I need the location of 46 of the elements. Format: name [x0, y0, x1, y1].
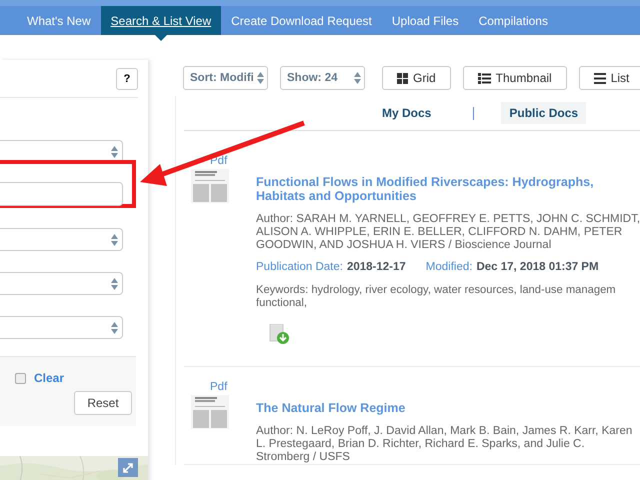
- nav-tab[interactable]: What's New: [17, 6, 101, 35]
- checkbox[interactable]: [14, 372, 26, 384]
- clear-link[interactable]: Clear: [34, 371, 64, 385]
- menu-icon: [594, 72, 606, 84]
- file-type-link[interactable]: Pdf: [210, 381, 228, 393]
- select-field[interactable]: [0, 228, 123, 251]
- updown-icon: [111, 278, 118, 290]
- date-value: 2018-12-17: [346, 261, 406, 273]
- nav-tab[interactable]: Upload Files: [382, 6, 469, 35]
- author-text: Author: N. LeRoy Poff, J. David Allan, Mark B. Bain, James R. Karr, Karen L. Prestegaard, Brian D. Richter, Richard E. Sparks, and Julie C. Stromberg / USFS: [256, 425, 634, 464]
- date-label: Publication Date:: [256, 261, 343, 273]
- tab-pointer: [154, 35, 167, 41]
- input-field[interactable]: [0, 182, 123, 206]
- document-thumbnail[interactable]: [191, 395, 229, 429]
- sort-select[interactable]: Sort: Modifi: [183, 66, 268, 90]
- date-value: Dec 17, 2018 01:37 PM: [476, 261, 599, 273]
- updown-icon: [111, 234, 118, 246]
- nav-tab[interactable]: Create Download Request: [221, 6, 382, 35]
- view-button[interactable]: List: [578, 66, 640, 90]
- help-button[interactable]: ?: [116, 68, 138, 90]
- docs-tab[interactable]: My Docs: [374, 102, 440, 124]
- list-icon: [478, 72, 491, 84]
- view-button[interactable]: Grid: [382, 66, 451, 90]
- expand-button[interactable]: [118, 458, 138, 477]
- updown-icon: [354, 72, 361, 84]
- updown-icon: [111, 146, 118, 158]
- reset-button[interactable]: Reset: [74, 391, 132, 415]
- docs-tab[interactable]: Public Docs: [501, 102, 586, 124]
- view-button[interactable]: Thumbnail: [462, 66, 567, 90]
- document-title-link[interactable]: Functional Flows in Modified Riverscapes: Hydrographs, Habitats and Opportunities: [256, 175, 606, 203]
- document-title-link[interactable]: The Natural Flow Regime: [256, 401, 606, 415]
- keywords-text: Keywords: hydrology, river ecology, water resources, land-use managem: [256, 284, 617, 297]
- nav-tab[interactable]: Compilations: [468, 6, 558, 35]
- date-label: Modified:: [426, 261, 472, 273]
- expand-icon: [122, 462, 134, 474]
- author-text: Author: SARAH M. YARNELL, GEOFFREY E. PETTS, JOHN C. SCHMIDT, ALISON A. WHIPPLE, ERIN E. BELLER, CLIFFORD N. DAHM, PETER GOODWIN, AND JOSHUA H. VIERS / Bioscience Journal: [256, 213, 640, 252]
- select-field[interactable]: [0, 272, 123, 295]
- updown-icon: [111, 322, 118, 334]
- document-thumbnail[interactable]: [191, 169, 229, 203]
- updown-icon: [257, 72, 264, 84]
- download-icon[interactable]: [269, 324, 290, 345]
- select-field[interactable]: [0, 140, 123, 163]
- select-field[interactable]: [0, 316, 123, 339]
- keywords-text: functional,: [256, 297, 308, 310]
- show-select[interactable]: Show: 24: [280, 66, 365, 90]
- grid-icon: [397, 72, 408, 84]
